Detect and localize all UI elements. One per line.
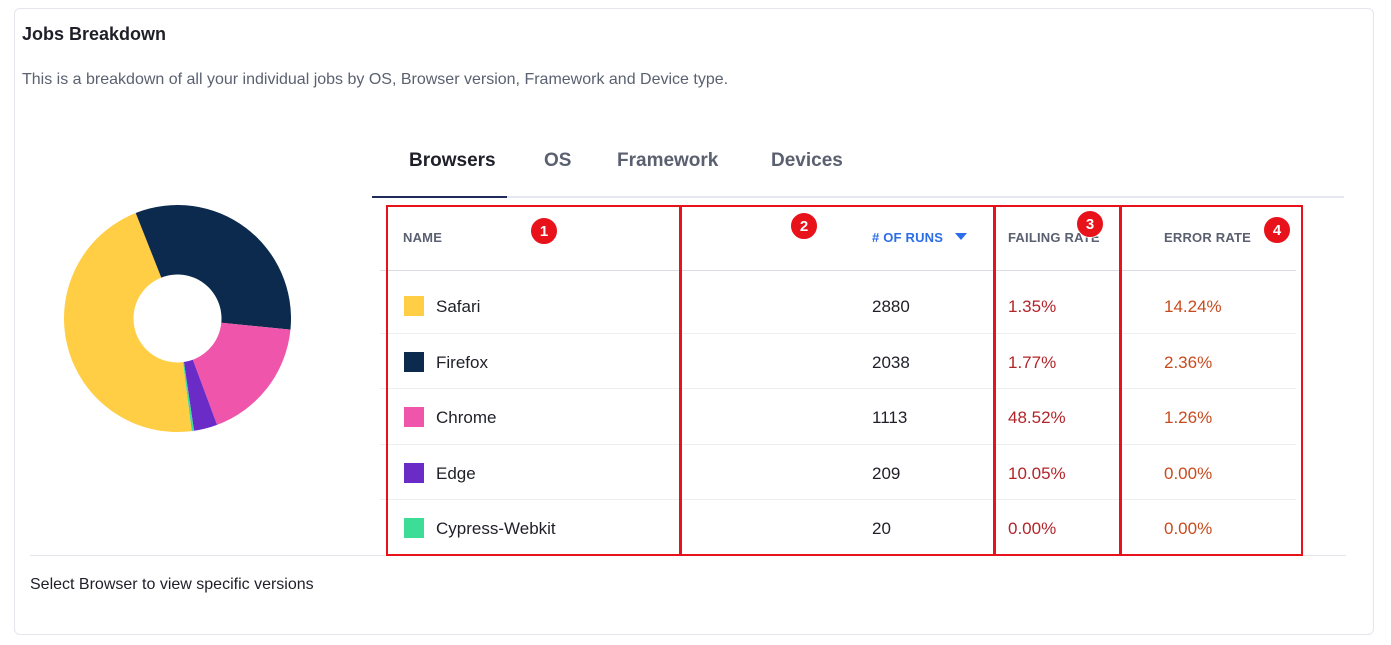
annotation-badge: 4 xyxy=(1263,216,1291,244)
card-description: This is a breakdown of all your individu… xyxy=(22,71,729,88)
active-tab-indicator xyxy=(372,196,507,198)
annotation-box-failing-column xyxy=(994,205,1121,556)
footer-hint: Select Browser to view specific versions xyxy=(30,576,314,593)
breakdown-tabs: Browsers OS Framework Devices xyxy=(372,150,1344,198)
tab-framework[interactable]: Framework xyxy=(617,150,718,196)
tab-os[interactable]: OS xyxy=(544,150,571,196)
annotation-badge: 1 xyxy=(530,217,558,245)
tab-devices[interactable]: Devices xyxy=(771,150,843,196)
annotation-badge: 2 xyxy=(790,212,818,240)
donut-slice-firefox[interactable] xyxy=(135,205,291,330)
annotation-badge: 3 xyxy=(1076,210,1104,238)
card-title: Jobs Breakdown xyxy=(22,24,167,44)
tab-browsers[interactable]: Browsers xyxy=(409,150,496,196)
annotation-box-error-column xyxy=(1120,205,1303,556)
annotation-box-runs-column xyxy=(680,205,995,556)
browser-donut-chart[interactable] xyxy=(64,205,291,432)
annotation-box-name-column xyxy=(386,205,681,556)
tabs-divider xyxy=(372,196,1344,198)
